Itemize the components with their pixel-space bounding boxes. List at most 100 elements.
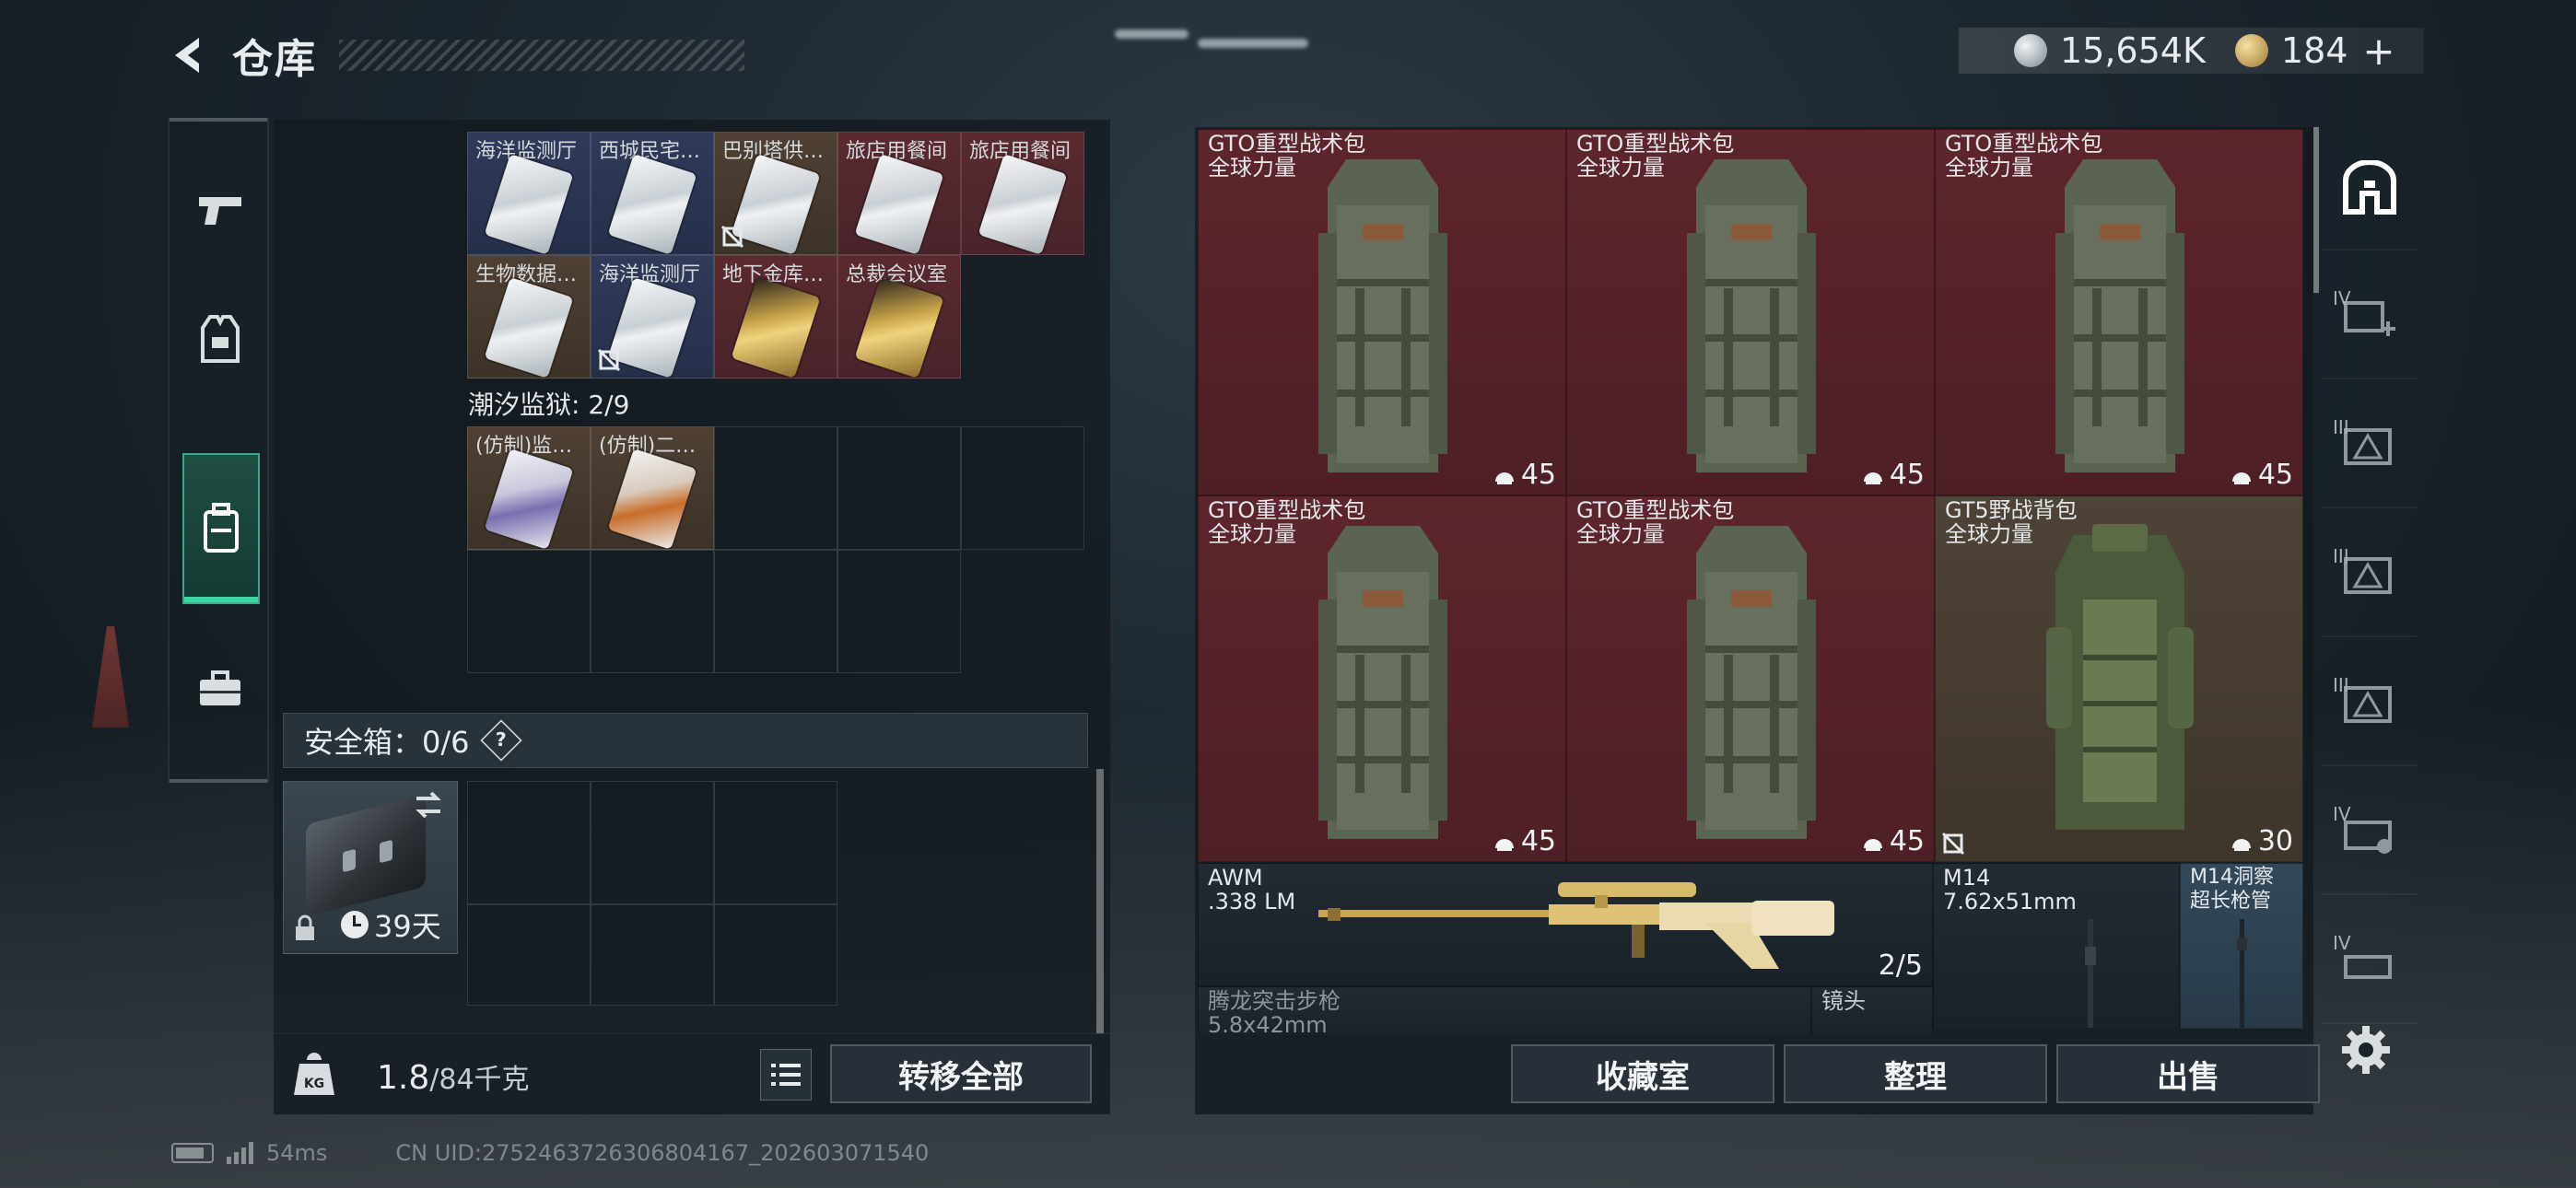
lock-icon [296,914,314,940]
collection-button[interactable]: 收藏室 [1511,1044,1774,1103]
tactical-backpack-image [1318,159,1447,472]
stash-backpack-item[interactable]: GT5野战背包 全球力量 30 [1935,495,2303,862]
empty-slot[interactable] [961,426,1084,550]
backpack-main-icon [2343,160,2396,215]
safebox-slot[interactable] [714,904,837,1006]
stash-scrollbar[interactable] [2313,127,2319,293]
container-tier-iii-2[interactable]: III [2322,514,2418,637]
stash-backpack-item[interactable]: GTO重型战术包 全球力量 45 [1566,129,1935,495]
armor-vest-icon [201,315,240,363]
container-tier-iii-3[interactable]: III [2322,643,2418,766]
empty-slot[interactable] [591,550,714,673]
tactical-backpack-image [1318,526,1447,839]
clock-icon [341,911,369,938]
keycard-item[interactable]: (仿制)监… [467,426,591,550]
keycard-item[interactable]: 旅店用餐间 [837,132,961,255]
container-tier-iv-2[interactable]: IV [2322,901,2418,1024]
ping-readout: 54ms [266,1140,328,1166]
left-scrollbar[interactable] [1096,769,1104,1036]
category-toolbox[interactable] [181,634,260,744]
item-name: GTO重型战术包 全球力量 [1208,497,1366,547]
tactical-backpack-image [1687,526,1816,839]
safebox-slot[interactable] [467,781,591,904]
container-tier-iv-add[interactable]: IV [2322,256,2418,379]
expiry-days: 39天 [341,903,441,946]
page-title: 仓库 [232,36,317,83]
keycard-item[interactable]: 地下金库… [714,255,837,379]
keycard-item[interactable]: 生物数据… [467,255,591,379]
keycard-image [484,448,574,549]
keycard-image [731,154,821,254]
container-main[interactable] [2322,127,2418,250]
category-backpack[interactable] [182,453,260,604]
sell-button[interactable]: 出售 [2056,1044,2320,1103]
category-nav [168,118,269,783]
container-tier-iv-armor[interactable]: IV [2322,772,2418,895]
rifle-vertical-image [2085,919,2096,1028]
status-bar: 54ms CN UID:2752463726306804167_20260307… [171,1138,929,1168]
stash-backpack-item[interactable]: GTO重型战术包 全球力量 45 [1198,495,1566,862]
no-sell-icon [1941,832,1965,856]
stash-backpack-item[interactable]: GTO重型战术包 全球力量 45 [1198,129,1566,495]
gear-icon[interactable] [2340,1024,2392,1076]
battery-icon [171,1143,214,1163]
safebox-slot[interactable] [467,904,591,1006]
uid-text: CN UID:2752463726306804167_202603071540 [395,1140,930,1166]
safebox-slot[interactable] [591,904,714,1006]
weapon-item-awm[interactable]: AWM .338 LM 2/5 [1198,863,1933,986]
gold-coin-icon [2234,34,2268,67]
barrel-image [2237,919,2247,1028]
organize-button[interactable]: 整理 [1784,1044,2047,1103]
item-name: GTO重型战术包 全球力量 [1208,131,1366,181]
add-currency-button[interactable]: + [2362,29,2395,74]
warning-container-icon [2344,557,2392,594]
safebox-slot[interactable] [714,781,837,904]
category-weapons[interactable] [181,155,260,265]
keycard-image [484,154,574,254]
list-icon [771,1064,801,1086]
item-name: GTO重型战术包 全球力量 [1576,131,1735,181]
gold-amount: 184 [2280,30,2348,71]
empty-slot[interactable] [837,550,961,673]
weapon-item-m14[interactable]: M14 7.62x51mm [1933,863,2180,1029]
currency-bar: 15,654K 184 + [1959,28,2424,74]
silver-amount: 15,654K [2060,30,2206,71]
signal-icon [227,1142,253,1164]
help-icon[interactable]: ? [479,719,522,762]
keycard-item[interactable]: (仿制)二… [591,426,714,550]
stash-backpack-item[interactable]: GTO重型战术包 全球力量 45 [1935,129,2303,495]
stash-backpack-item[interactable]: GTO重型战术包 全球力量 45 [1566,495,1935,862]
safebox-slot[interactable] [591,781,714,904]
tactical-backpack-image [1687,159,1816,472]
item-name: GT5野战背包 全球力量 [1945,497,2078,547]
keycard-image [607,448,697,549]
capacity-icon [1494,838,1514,851]
safebox-bar: 安全箱：0/6 ? [283,713,1088,768]
list-view-button[interactable] [760,1049,812,1101]
keycard-image [731,277,821,378]
capacity-icon [1863,838,1882,851]
empty-slot[interactable] [714,550,837,673]
category-armor[interactable] [181,284,260,394]
no-sell-icon [597,348,621,372]
empty-slot[interactable] [714,426,837,550]
transfer-all-button[interactable]: 转移全部 [830,1044,1092,1103]
keycard-item[interactable]: 总裁会议室 [837,255,961,379]
back-arrow-icon[interactable] [166,32,212,78]
keycard-item[interactable]: 巴别塔供… [714,132,837,255]
keycard-item[interactable]: 海洋监测厅 [467,132,591,255]
swap-icon[interactable] [411,789,446,821]
durability-count: 45 [1862,825,1925,857]
safebox-item[interactable]: 39天 [283,781,458,954]
toolbox-icon [200,670,240,705]
empty-slot[interactable] [467,550,591,673]
keycard-item[interactable]: 旅店用餐间 [961,132,1084,255]
svg-text:KG: KG [304,1077,324,1091]
keycard-item[interactable]: 海洋监测厅 [591,255,714,379]
warning-container-icon [2344,686,2392,723]
keycard-item[interactable]: 西城民宅… [591,132,714,255]
empty-slot[interactable] [837,426,961,550]
section-label: 潮汐监狱: 2/9 [468,390,630,420]
container-tier-iii-1[interactable]: III [2322,385,2418,508]
attachment-item-m14-barrel[interactable]: M14洞察 超长枪管 [2180,863,2303,1029]
